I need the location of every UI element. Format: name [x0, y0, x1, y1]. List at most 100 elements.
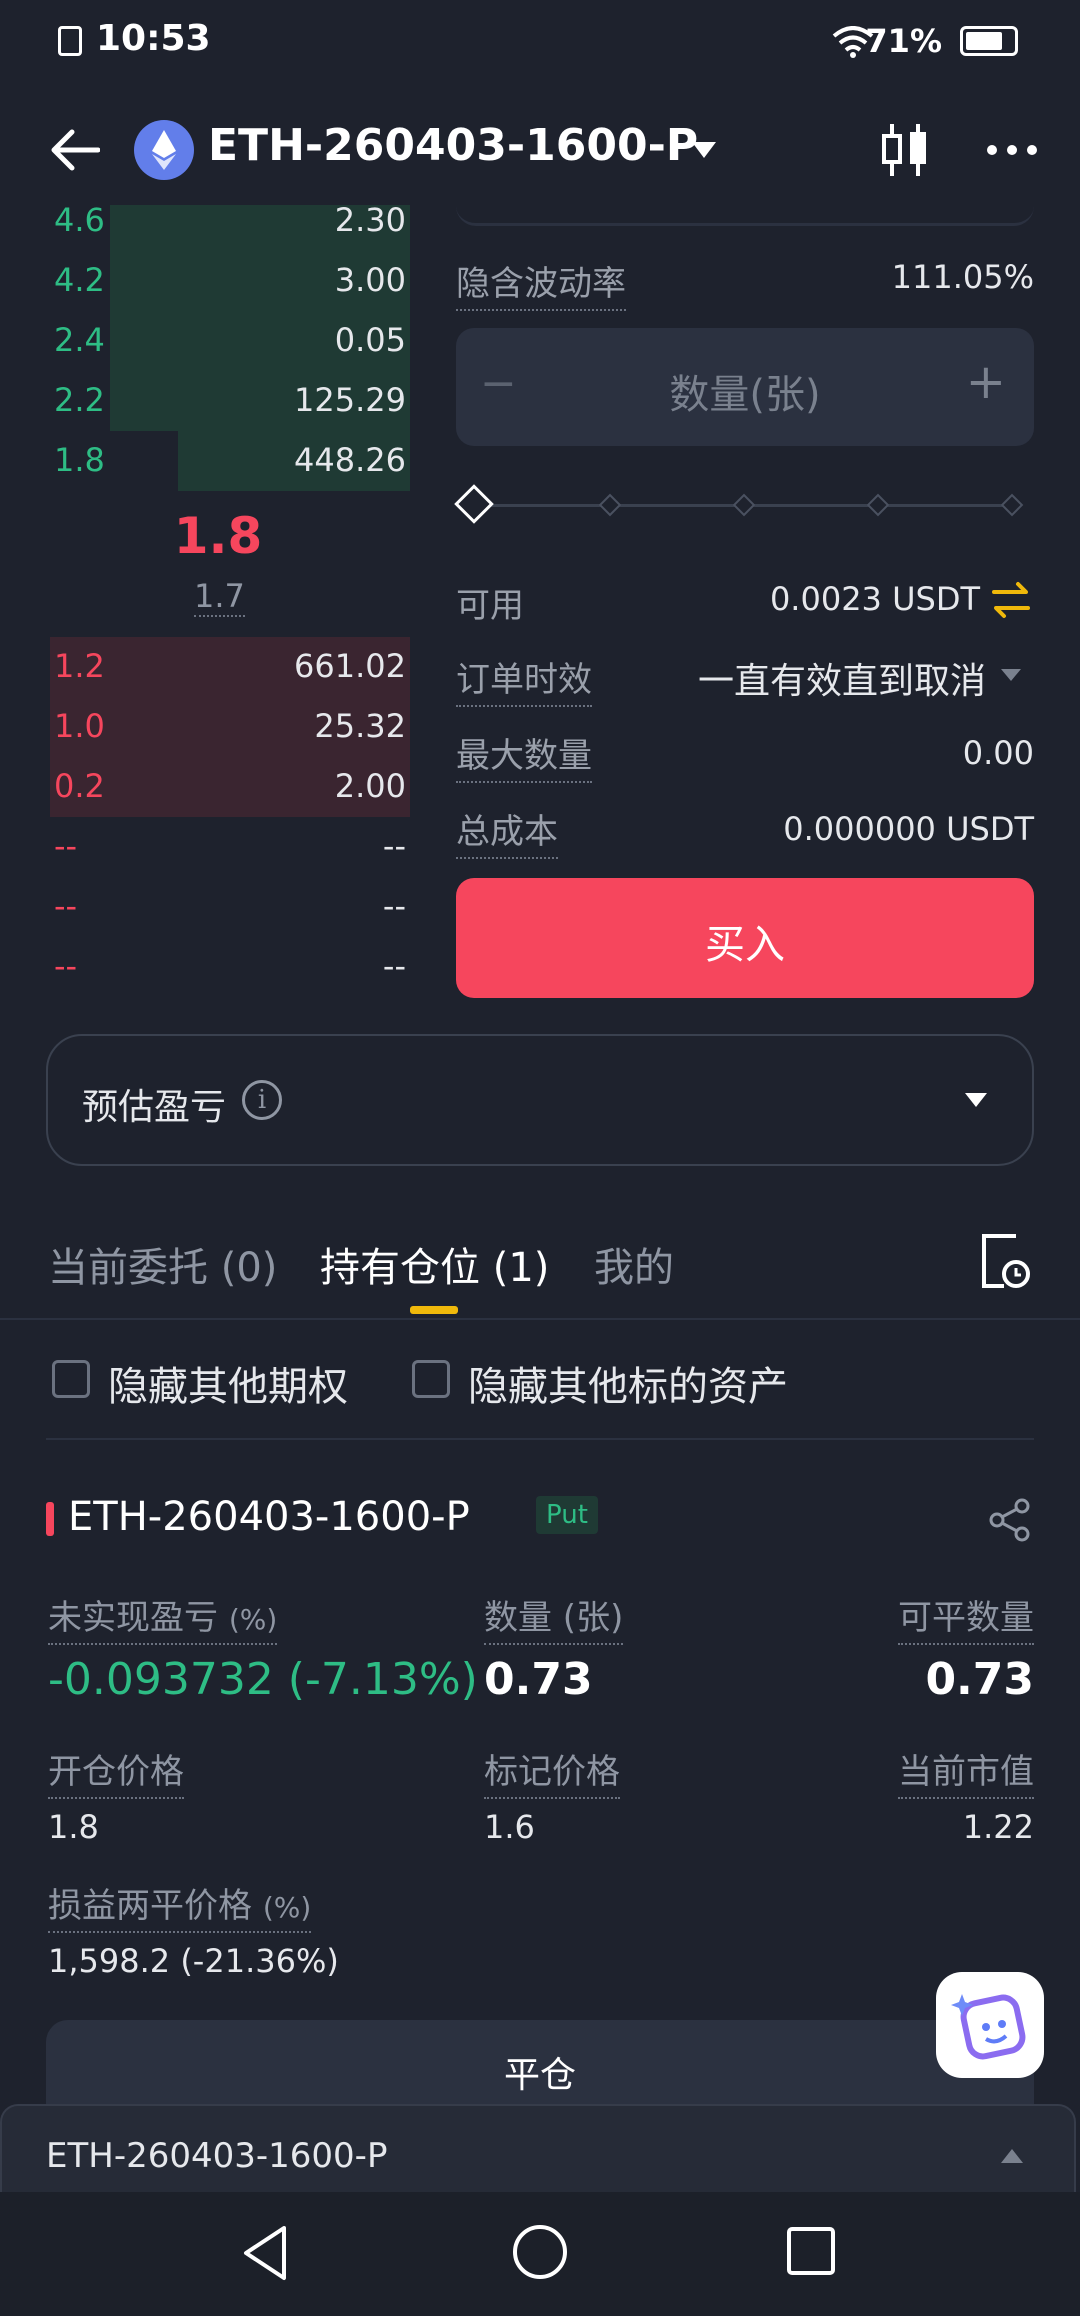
pnl-estimate-dropdown[interactable]: 预估盈亏 i	[46, 1034, 1034, 1166]
market-value-label: 当前市值	[898, 1744, 1034, 1799]
buy-button[interactable]: 买入	[456, 878, 1034, 998]
tab-active-indicator	[410, 1306, 458, 1314]
order-history-icon[interactable]	[980, 1232, 1032, 1290]
mark-price-label: 标记价格	[484, 1744, 620, 1799]
ask-price: 2.2	[54, 381, 105, 419]
ask-row[interactable]: 2.4 0.05	[50, 311, 410, 371]
bid-qty: 2.00	[334, 767, 406, 805]
more-options-icon[interactable]	[986, 140, 1038, 160]
chevron-down-icon[interactable]	[690, 140, 718, 160]
tif-select[interactable]: 一直有效直到取消	[698, 652, 986, 704]
closable-qty-label: 可平数量	[898, 1590, 1034, 1645]
share-icon[interactable]	[988, 1498, 1032, 1542]
info-icon[interactable]: i	[242, 1080, 282, 1120]
system-nav-bar	[0, 2192, 1080, 2316]
plus-button[interactable]: +	[966, 354, 1006, 410]
slider-step[interactable]	[598, 493, 622, 517]
ask-qty: 448.26	[294, 441, 406, 479]
hide-other-options-checkbox[interactable]	[52, 1360, 90, 1398]
header: ETH-260403-1600-P	[0, 110, 1080, 190]
price-input-edge	[456, 190, 1034, 226]
bottom-symbol-label: ETH-260403-1600-P	[46, 2136, 388, 2176]
bid-price: 1.2	[54, 647, 105, 685]
nav-home-icon[interactable]	[512, 2224, 568, 2280]
ask-price: 2.4	[54, 321, 105, 359]
slider-step[interactable]	[732, 493, 756, 517]
slider-step[interactable]	[1000, 493, 1024, 517]
bid-price: --	[54, 827, 78, 865]
assistant-face-icon	[951, 1994, 1026, 2060]
ask-row[interactable]: 1.8 448.26	[50, 431, 410, 491]
position-symbol[interactable]: ETH-260403-1600-P	[68, 1494, 470, 1540]
bid-row[interactable]: 0.2 2.00	[50, 757, 410, 817]
hide-other-options-label[interactable]: 隐藏其他期权	[108, 1354, 348, 1412]
caret-down-icon[interactable]	[1000, 668, 1022, 682]
available-label: 可用	[456, 586, 524, 626]
upnl-label: 未实现盈亏 (%)	[48, 1590, 278, 1645]
last-price: 1.8	[173, 507, 263, 565]
bid-qty: --	[382, 887, 406, 925]
quantity-input[interactable]: 数量(张)	[456, 362, 1034, 420]
ai-assistant-button[interactable]	[936, 1972, 1044, 2078]
put-badge: Put	[536, 1496, 598, 1534]
ask-qty: 3.00	[334, 261, 406, 299]
qty-value: 0.73	[484, 1654, 593, 1705]
bid-qty: 661.02	[294, 647, 406, 685]
filters-divider	[46, 1438, 1034, 1440]
breakeven-value: 1,598.2 (-21.36%)	[48, 1942, 339, 1980]
bid-qty: 25.32	[314, 707, 406, 745]
bid-qty: --	[382, 947, 406, 985]
qty-label: 数量 (张)	[484, 1590, 624, 1645]
bid-qty: --	[382, 827, 406, 865]
ask-row[interactable]: 2.2 125.29	[50, 371, 410, 431]
tabs-divider	[0, 1318, 1080, 1320]
bid-row[interactable]: -- --	[50, 937, 410, 995]
bid-row[interactable]: 1.0 25.32	[50, 697, 410, 757]
chevron-down-icon[interactable]	[964, 1092, 988, 1108]
entry-price-value: 1.8	[48, 1808, 99, 1846]
tab-positions[interactable]: 持有仓位 (1)	[320, 1235, 549, 1293]
tab-mine[interactable]: 我的	[594, 1235, 674, 1293]
bid-price: --	[54, 887, 78, 925]
slider-step[interactable]	[866, 493, 890, 517]
hide-other-underlying-checkbox[interactable]	[412, 1360, 450, 1398]
hide-other-underlying-label[interactable]: 隐藏其他标的资产	[468, 1354, 788, 1412]
ask-qty: 125.29	[294, 381, 406, 419]
bid-price: 0.2	[54, 767, 105, 805]
pnl-estimate-label: 预估盈亏	[82, 1087, 227, 1128]
nav-back-icon[interactable]	[240, 2224, 290, 2282]
ask-price: 4.2	[54, 261, 105, 299]
symbol-title[interactable]: ETH-260403-1600-P	[208, 120, 698, 171]
cost-label: 总成本	[456, 804, 558, 859]
status-bar: 10:53 71%	[0, 0, 1080, 84]
position-side-marker	[46, 1502, 54, 1536]
ask-price: 4.6	[54, 205, 105, 239]
maxqty-label: 最大数量	[456, 728, 592, 783]
closable-qty-value: 0.73	[925, 1654, 1034, 1705]
breakeven-label: 损益两平价格 (%)	[48, 1878, 312, 1933]
maxqty-value: 0.00	[962, 734, 1034, 772]
market-value-value: 1.22	[962, 1808, 1034, 1846]
bid-row[interactable]: -- --	[50, 877, 410, 935]
bid-row[interactable]: -- --	[50, 817, 410, 875]
chevron-up-icon[interactable]	[1000, 2148, 1024, 2164]
nav-recents-icon[interactable]	[786, 2226, 836, 2276]
ask-qty: 2.30	[334, 205, 406, 239]
ask-row[interactable]: 4.2 3.00	[50, 251, 410, 311]
candlestick-chart-icon[interactable]	[880, 120, 930, 180]
bid-price: 1.0	[54, 707, 105, 745]
battery-percent: 71%	[865, 22, 942, 60]
ask-price: 1.8	[54, 441, 105, 479]
mark-price-value: 1.6	[484, 1808, 535, 1846]
quantity-stepper[interactable]: − 数量(张) +	[456, 328, 1034, 446]
slider-handle[interactable]	[454, 484, 494, 524]
status-time: 10:53	[96, 18, 211, 59]
bid-row[interactable]: 1.2 661.02	[50, 637, 410, 697]
back-arrow-icon[interactable]	[48, 128, 100, 172]
tab-open-orders[interactable]: 当前委托 (0)	[48, 1235, 277, 1293]
entry-price-label: 开仓价格	[48, 1744, 184, 1799]
ask-row[interactable]: 4.6 2.30	[50, 205, 410, 251]
transfer-icon[interactable]	[990, 580, 1032, 620]
quantity-slider[interactable]	[454, 484, 1034, 526]
buy-button-label: 买入	[705, 922, 785, 968]
